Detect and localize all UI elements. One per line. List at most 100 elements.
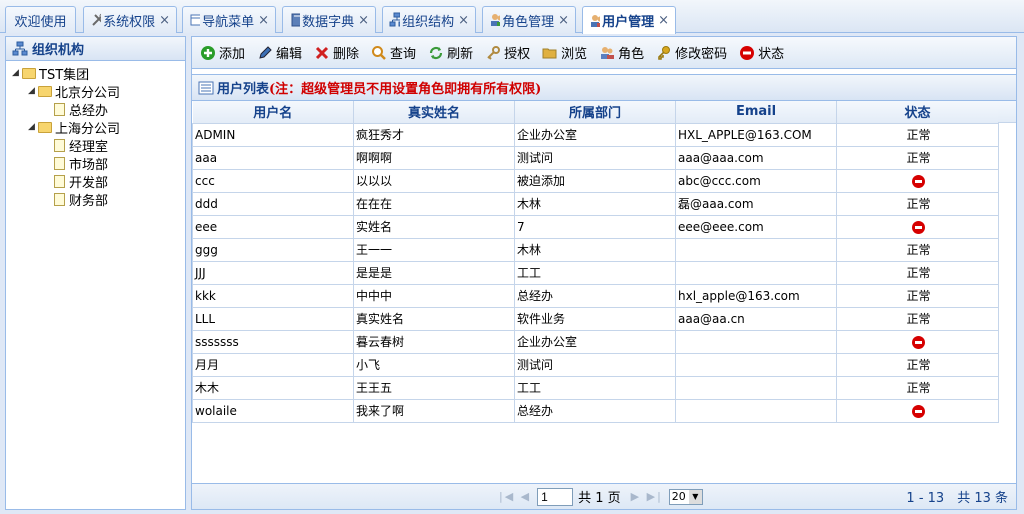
expand-arrow-icon[interactable]: ◢: [28, 86, 38, 96]
close-icon[interactable]: ×: [658, 13, 669, 28]
table-row[interactable]: ADMIN 疯狂秀才 企业办公室 HXL_APPLE@163.COM 正常: [192, 122, 999, 147]
cell-username: aaa: [192, 145, 354, 170]
column-header[interactable]: 所属部门: [514, 101, 676, 124]
first-prev-page-buttons[interactable]: |◀ ◀: [499, 490, 531, 503]
next-last-page-buttons[interactable]: ▶ ▶|: [631, 490, 663, 503]
column-header[interactable]: Email: [675, 101, 837, 124]
list-icon: [198, 81, 214, 94]
page-number-input[interactable]: [537, 487, 574, 506]
cell-status: 正常: [836, 352, 999, 377]
tab-4[interactable]: 数据字典 ×: [282, 6, 376, 33]
refresh-button[interactable]: 刷新: [428, 43, 473, 62]
cell-status: 正常: [836, 306, 999, 331]
cell-dept: 工工: [514, 260, 676, 285]
toolbar-button-label: 查询: [390, 47, 417, 62]
tab-6[interactable]: 角色管理 ×: [482, 6, 576, 33]
tools-icon: [92, 13, 102, 26]
file-icon: [54, 138, 65, 152]
disabled-status-icon: [912, 335, 925, 349]
tree-node[interactable]: 财务部: [12, 190, 185, 209]
folder-open-icon: [542, 48, 557, 58]
table-header-row: 用户名 真实姓名 所属部门 Email 状态: [192, 101, 999, 124]
close-icon[interactable]: ×: [358, 13, 369, 28]
tab-label: 欢迎使用: [14, 14, 67, 30]
tab-label: 系统权限: [103, 14, 156, 30]
cell-status: 正常: [836, 260, 999, 285]
close-icon[interactable]: ×: [258, 13, 269, 28]
tab-3[interactable]: 导航菜单 ×: [182, 6, 276, 33]
close-icon[interactable]: ×: [458, 13, 469, 28]
tree-node[interactable]: ◢ 北京分公司: [12, 82, 185, 101]
edit-button[interactable]: 编辑: [257, 43, 302, 62]
chevron-down-icon[interactable]: ▼: [688, 489, 702, 504]
table-body: ADMIN 疯狂秀才 企业办公室 HXL_APPLE@163.COM 正常 aaa 啊啊啊测…: [192, 122, 999, 423]
org-icon: [389, 12, 401, 27]
folder-icon: [38, 121, 52, 133]
cell-email: [675, 329, 837, 354]
tree-node[interactable]: ◢ 上海分公司: [12, 118, 185, 137]
tree-node[interactable]: 市场部: [12, 154, 185, 173]
expand-arrow-icon[interactable]: ◢: [12, 68, 22, 78]
table-row[interactable]: kkk 中中中 总经办 hxl_apple@163.com 正常: [192, 283, 999, 308]
tree-node-label: 上海分公司: [55, 121, 121, 137]
cell-realname: 是是是: [353, 260, 515, 285]
table-row[interactable]: ccc 以以以 被迫添加 abc@ccc.com: [192, 168, 999, 193]
add-button[interactable]: 添加: [200, 43, 245, 62]
tree-node[interactable]: ◢ TST集团: [12, 64, 185, 83]
table-row[interactable]: aaa 啊啊啊 测试问 aaa@aaa.com 正常: [192, 145, 999, 170]
cell-dept: 木林: [514, 237, 676, 262]
page-size-select[interactable]: 20 ▼: [668, 488, 703, 505]
org-icon: [12, 41, 28, 55]
tree-node-label: 北京分公司: [55, 85, 121, 101]
folder-icon: [22, 67, 36, 79]
table-row[interactable]: 木木 王王五 工工 正常: [192, 375, 999, 400]
tree-node-label: 市场部: [69, 157, 109, 173]
status-button[interactable]: 状态: [739, 43, 784, 62]
file-icon: [54, 156, 65, 170]
delete-button[interactable]: 删除: [314, 43, 359, 62]
table-row[interactable]: 月月 小飞 测试问 正常: [192, 352, 999, 377]
tab-5[interactable]: 组织结构 ×: [382, 6, 476, 33]
column-header[interactable]: 用户名: [192, 101, 354, 124]
tree-node[interactable]: 总经办: [12, 100, 185, 119]
cell-status: [836, 329, 999, 354]
tree-node[interactable]: 经理室: [12, 136, 185, 155]
close-icon[interactable]: ×: [159, 13, 170, 28]
role-button[interactable]: 角色: [599, 43, 644, 62]
window-icon: [190, 14, 201, 26]
key-button[interactable]: 授权: [485, 43, 530, 62]
column-header[interactable]: 状态: [836, 101, 999, 124]
role-icon: [601, 46, 615, 59]
table-row[interactable]: eee 实姓名 7 eee@eee.com: [192, 214, 999, 239]
header-scroll-spacer: [998, 101, 1016, 123]
close-icon[interactable]: ×: [558, 13, 569, 28]
tree-node[interactable]: 开发部: [12, 172, 185, 191]
tab-1[interactable]: 欢迎使用: [5, 6, 76, 33]
table-row[interactable]: sssssss 暮云春树 企业办公室: [192, 329, 999, 354]
pagination-bar: |◀ ◀ 共 1 页 ▶ ▶| 20 ▼ 1 - 13 共 13 条: [192, 483, 1016, 509]
disabled-status-icon: [912, 220, 925, 234]
cell-status: 正常: [836, 145, 999, 170]
cell-username: JJJ: [192, 260, 354, 285]
tree-node-label: 财务部: [69, 193, 109, 209]
cell-username: ccc: [192, 168, 354, 193]
user-panel: 添加 编辑 删除 查询 刷新 授权 浏览 角色 修改密码 状态 用户列表 (注：超级管理员不用设置…: [191, 36, 1017, 510]
cell-status: 正常: [836, 237, 999, 262]
table-row[interactable]: ggg 王一一 木林 正常: [192, 237, 999, 262]
tab-7[interactable]: 用户管理 ×: [582, 6, 676, 34]
column-header[interactable]: 真实姓名: [353, 101, 515, 124]
password-key-button[interactable]: 修改密码: [656, 43, 727, 62]
table-row[interactable]: ddd 在在在 木林 磊@aaa.com 正常: [192, 191, 999, 216]
table-row[interactable]: wolaile 我来了啊 总经办: [192, 398, 999, 423]
search-button[interactable]: 查询: [371, 43, 416, 62]
cell-dept: 软件业务: [514, 306, 676, 331]
table-row[interactable]: JJJ 是是是 工工 正常: [192, 260, 999, 285]
tab-2[interactable]: 系统权限 ×: [83, 6, 177, 33]
table-row[interactable]: LLL 真实姓名 软件业务 aaa@aa.cn 正常: [192, 306, 999, 331]
folder-open-button[interactable]: 浏览: [542, 43, 587, 62]
cell-dept: 木林: [514, 191, 676, 216]
cell-username: ddd: [192, 191, 354, 216]
org-panel-header: 组织机构: [6, 37, 185, 61]
cell-realname: 暮云春树: [353, 329, 515, 354]
expand-arrow-icon[interactable]: ◢: [28, 122, 38, 132]
